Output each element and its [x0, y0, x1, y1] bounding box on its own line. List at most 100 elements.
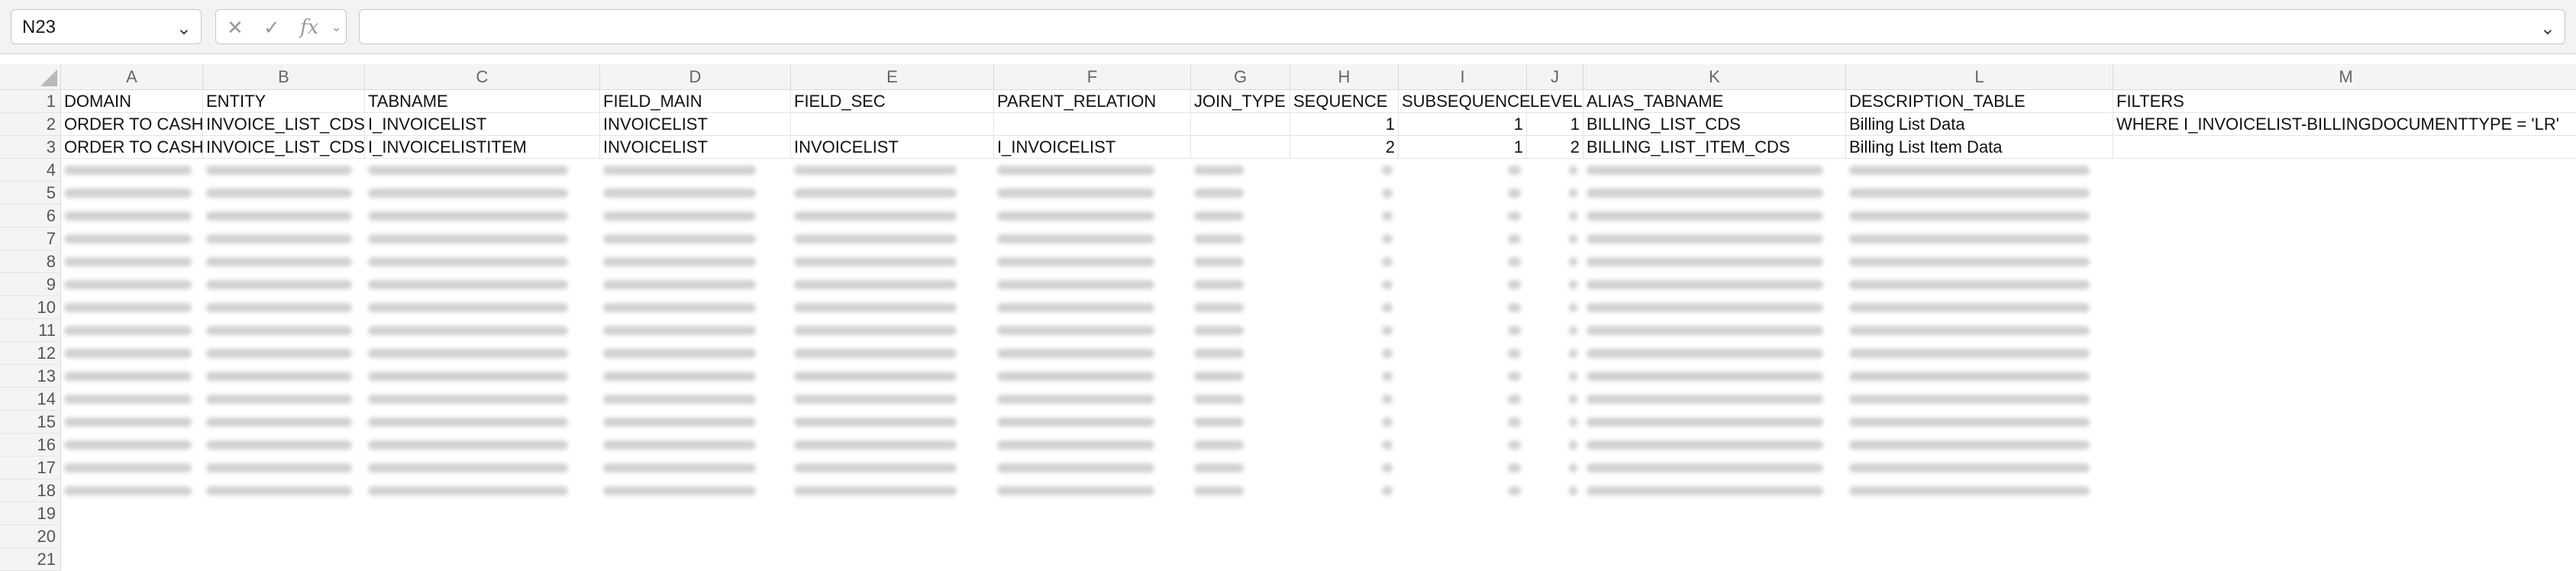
cell-c3[interactable]: I_INVOICELISTITEM — [365, 136, 600, 159]
blurred-cell — [1381, 280, 1393, 289]
cell-d3[interactable]: INVOICELIST — [600, 136, 791, 159]
cell-f1[interactable]: PARENT_RELATION — [994, 90, 1191, 113]
blurred-cell — [64, 303, 192, 312]
blurred-cell — [603, 326, 756, 335]
cell-g3[interactable] — [1191, 136, 1290, 159]
cell-g1[interactable]: JOIN_TYPE — [1191, 90, 1290, 113]
cell-g2[interactable] — [1191, 113, 1290, 136]
column-header-j[interactable]: J — [1527, 64, 1583, 90]
cell-b1[interactable]: ENTITY — [203, 90, 365, 113]
cell-l2[interactable]: Billing List Data — [1846, 113, 2113, 136]
cell-j3[interactable]: 2 — [1527, 136, 1583, 159]
cell-b2[interactable]: INVOICE_LIST_CDS — [203, 113, 365, 136]
column-header-h[interactable]: H — [1290, 64, 1399, 90]
cell-m3[interactable] — [2113, 136, 2576, 159]
blurred-row — [0, 205, 2576, 227]
blurred-cell — [1508, 189, 1521, 198]
column-header-f[interactable]: F — [994, 64, 1191, 90]
chevron-down-icon[interactable]: ⌄ — [176, 18, 192, 40]
blurred-cell — [1568, 463, 1577, 473]
row-header-19[interactable]: 19 — [0, 502, 61, 525]
blurred-cell — [1381, 189, 1393, 198]
cell-e2[interactable] — [791, 113, 994, 136]
cell-f3[interactable]: I_INVOICELIST — [994, 136, 1191, 159]
cell-j1[interactable]: LEVEL — [1527, 90, 1583, 113]
cell-c2[interactable]: I_INVOICELIST — [365, 113, 600, 136]
row-header-1[interactable]: 1 — [0, 90, 61, 113]
row-header-20[interactable]: 20 — [0, 525, 61, 548]
cell-l1[interactable]: DESCRIPTION_TABLE — [1846, 90, 2113, 113]
cell-i3[interactable]: 1 — [1399, 136, 1527, 159]
cell-e1[interactable]: FIELD_SEC — [791, 90, 994, 113]
blurred-cell — [1587, 440, 1823, 450]
column-header-a[interactable]: A — [61, 64, 203, 90]
close-icon[interactable]: ✕ — [227, 16, 244, 40]
column-header-l[interactable]: L — [1846, 64, 2113, 90]
row-header-21[interactable]: 21 — [0, 548, 61, 571]
cell-i1[interactable]: SUBSEQUENCE — [1399, 90, 1531, 113]
column-header-i[interactable]: I — [1399, 64, 1527, 90]
cell-j2[interactable]: 1 — [1527, 113, 1583, 136]
name-box[interactable]: N23 ⌄ — [11, 9, 202, 44]
blurred-cell — [1381, 486, 1393, 495]
blurred-cell — [1568, 372, 1577, 381]
fx-icon[interactable]: fx — [300, 16, 318, 39]
blurred-cell — [997, 326, 1155, 335]
cell-k3[interactable]: BILLING_LIST_ITEM_CDS — [1583, 136, 1846, 159]
blurred-cell — [1587, 326, 1823, 335]
column-header-b[interactable]: B — [203, 64, 365, 90]
cell-m2[interactable]: WHERE I_INVOICELIST-BILLINGDOCUMENTTYPE … — [2113, 113, 2576, 136]
cell-h1[interactable]: SEQUENCE — [1290, 90, 1399, 113]
blurred-cell — [997, 189, 1155, 198]
column-header-g[interactable]: G — [1191, 64, 1290, 90]
column-header-c[interactable]: C — [365, 64, 600, 90]
cell-c1[interactable]: TABNAME — [365, 90, 600, 113]
cell-d1[interactable]: FIELD_MAIN — [600, 90, 791, 113]
blurred-cell — [1849, 349, 2090, 358]
blurred-cell — [206, 349, 352, 358]
cell-k1[interactable]: ALIAS_TABNAME — [1583, 90, 1846, 113]
blurred-row — [0, 319, 2576, 342]
row-header-3[interactable]: 3 — [0, 136, 61, 159]
check-icon[interactable]: ✓ — [263, 16, 280, 40]
blurred-cell — [997, 234, 1155, 244]
blurred-cell — [64, 326, 192, 335]
blurred-cell — [368, 349, 568, 358]
row-header-2[interactable]: 2 — [0, 113, 61, 136]
cell-l3[interactable]: Billing List Item Data — [1846, 136, 2113, 159]
cell-m1[interactable]: FILTERS — [2113, 90, 2576, 113]
cell-h2[interactable]: 1 — [1290, 113, 1399, 136]
blurred-cell — [1568, 257, 1577, 266]
column-header-k[interactable]: K — [1583, 64, 1846, 90]
column-header-d[interactable]: D — [600, 64, 791, 90]
blurred-cell — [1568, 189, 1577, 198]
blurred-cell — [1508, 418, 1521, 427]
select-all-corner[interactable] — [0, 64, 61, 90]
blurred-cell — [1568, 166, 1577, 175]
column-header-m[interactable]: M — [2113, 64, 2576, 90]
cell-k2[interactable]: BILLING_LIST_CDS — [1583, 113, 1846, 136]
blurred-cell — [368, 463, 568, 473]
cell-h3[interactable]: 2 — [1290, 136, 1399, 159]
blurred-cell — [1381, 395, 1393, 404]
cell-e3[interactable]: INVOICELIST — [791, 136, 994, 159]
blurred-cell — [794, 166, 957, 175]
blurred-cell — [997, 211, 1155, 221]
cell-a3[interactable]: ORDER TO CASH — [61, 136, 204, 159]
cell-a2[interactable]: ORDER TO CASH — [61, 113, 204, 136]
blurred-cell — [794, 440, 957, 450]
cell-a1[interactable]: DOMAIN — [61, 90, 203, 113]
blurred-cell — [1849, 395, 2090, 404]
fx-chevron-icon[interactable]: ⌄ — [331, 19, 342, 35]
cell-b3[interactable]: INVOICE_LIST_CDS — [203, 136, 365, 159]
formula-expand-icon[interactable]: ⌄ — [2540, 18, 2555, 40]
cell-i2[interactable]: 1 — [1399, 113, 1527, 136]
spreadsheet-grid[interactable]: A B C D E F G H I J K L M 1 DOMAIN ENTITY TABNAME FIELD_M… — [0, 64, 2576, 571]
column-header-e[interactable]: E — [791, 64, 994, 90]
blurred-cell — [794, 486, 957, 495]
cell-d2[interactable]: INVOICELIST — [600, 113, 791, 136]
formula-input[interactable]: ⌄ — [359, 9, 2565, 44]
cell-f2[interactable] — [994, 113, 1191, 136]
blurred-cell — [368, 395, 568, 404]
blurred-cell — [1587, 486, 1823, 495]
